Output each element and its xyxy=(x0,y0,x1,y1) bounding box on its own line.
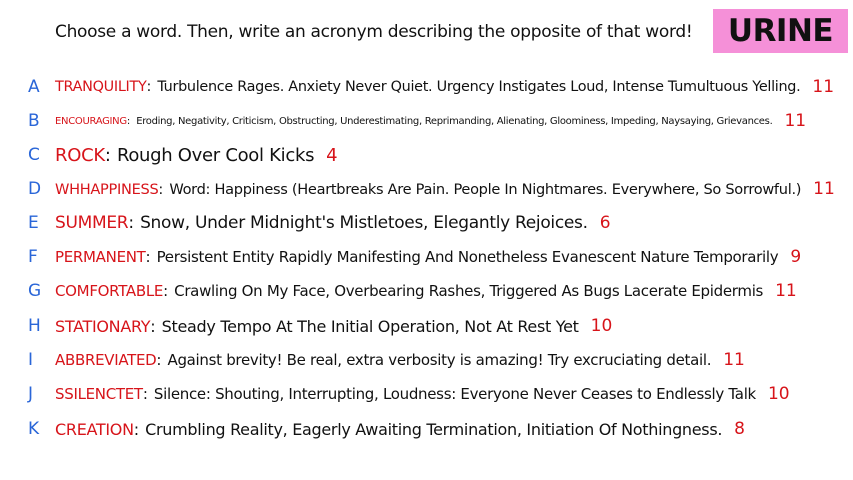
entry-colon: : xyxy=(150,316,156,336)
entry-word: SUMMER xyxy=(55,213,129,233)
entry-word: COMFORTABLE xyxy=(55,282,164,300)
entry-letter: G xyxy=(28,281,42,301)
prompt-text: Choose a word. Then, write an acronym de… xyxy=(55,22,693,42)
entry-letter: F xyxy=(28,247,38,267)
entry-word: ROCK xyxy=(55,144,105,166)
entry-content: SSILENCTET: Silence: Shouting, Interrupt… xyxy=(55,384,790,404)
entry-colon: : xyxy=(142,385,148,403)
entry-colon: : xyxy=(156,351,162,369)
entry-count: 8 xyxy=(734,419,745,439)
entry-count: 9 xyxy=(790,247,802,267)
entry-count: 6 xyxy=(599,213,611,233)
entry-acronym: Against brevity! Be real, extra verbosit… xyxy=(167,351,712,369)
entry-count: 11 xyxy=(723,350,745,370)
entry-content: PERMANENT: Persistent Entity Rapidly Man… xyxy=(55,247,801,267)
entry-acronym: Steady Tempo At The Initial Operation, N… xyxy=(161,316,579,336)
entry-acronym: Persistent Entity Rapidly Manifesting An… xyxy=(156,248,779,266)
entry-content: ENCOURAGING: Eroding, Negativity, Critic… xyxy=(55,111,806,131)
entry-letter: A xyxy=(28,77,40,97)
entry-letter: I xyxy=(28,350,34,370)
entry-colon: : xyxy=(133,419,140,439)
entry-content: WHHAPPINESS: Word: Happiness (Heartbreak… xyxy=(55,179,835,199)
entry-content: ROCK: Rough Over Cool Kicks 4 xyxy=(55,145,338,166)
entry-count: 11 xyxy=(812,77,835,97)
entry-word: SSILENCTET xyxy=(55,385,143,403)
entry-count: 11 xyxy=(813,179,835,199)
entry-count: 11 xyxy=(775,281,797,301)
entry-colon: : xyxy=(146,79,152,95)
entry-word: ABBREVIATED xyxy=(55,351,157,369)
entry-word: WHHAPPINESS xyxy=(55,180,159,198)
entry-colon: : xyxy=(158,180,164,198)
entry-word: TRANQUILITY xyxy=(55,79,147,95)
entry-content: COMFORTABLE: Crawling On My Face, Overbe… xyxy=(55,281,797,301)
entry-letter: E xyxy=(28,213,39,233)
entry-acronym: Crumbling Reality, Eagerly Awaiting Term… xyxy=(145,419,723,439)
entry-acronym: Word: Happiness (Heartbreaks Are Pain. P… xyxy=(169,180,802,198)
entry-letter: J xyxy=(28,384,34,404)
entry-colon: : xyxy=(128,213,135,233)
entry-letter: D xyxy=(28,179,42,199)
entry-count: 11 xyxy=(784,111,807,131)
entry-content: SUMMER: Snow, Under Midnight's Mistletoe… xyxy=(55,213,611,233)
entry-acronym: Turbulence Rages. Anxiety Never Quiet. U… xyxy=(157,79,801,95)
entry-content: STATIONARY: Steady Tempo At The Initial … xyxy=(55,316,612,336)
entry-letter: K xyxy=(28,419,40,439)
entry-colon: : xyxy=(163,282,169,300)
answer-word: URINE xyxy=(727,13,834,49)
entry-acronym: Silence: Shouting, Interrupting, Loudnes… xyxy=(153,385,756,403)
entry-colon: : xyxy=(145,248,151,266)
entry-letter: H xyxy=(28,316,41,336)
answer-word-box: URINE xyxy=(713,9,848,53)
entry-letter: B xyxy=(28,111,40,131)
entry-colon: : xyxy=(104,144,111,166)
entry-acronym: Eroding, Negativity, Criticism, Obstruct… xyxy=(136,115,773,127)
entry-acronym: Crawling On My Face, Overbearing Rashes,… xyxy=(174,282,764,300)
entry-word: ENCOURAGING xyxy=(55,115,127,127)
entry-content: ABBREVIATED: Against brevity! Be real, e… xyxy=(55,350,745,370)
entry-word: PERMANENT xyxy=(55,248,146,266)
entry-count: 4 xyxy=(326,144,338,166)
entry-count: 10 xyxy=(767,384,790,404)
entry-word: CREATION xyxy=(55,419,134,439)
entry-acronym: Snow, Under Midnight's Mistletoes, Elega… xyxy=(140,213,588,233)
entry-content: CREATION: Crumbling Reality, Eagerly Awa… xyxy=(55,419,745,439)
entry-word: STATIONARY xyxy=(55,316,151,336)
entry-content: TRANQUILITY: Turbulence Rages. Anxiety N… xyxy=(55,77,834,97)
entry-colon: : xyxy=(126,115,131,127)
entry-acronym: Rough Over Cool Kicks xyxy=(116,144,315,166)
entry-letter: C xyxy=(28,145,40,165)
entry-count: 10 xyxy=(590,316,613,336)
